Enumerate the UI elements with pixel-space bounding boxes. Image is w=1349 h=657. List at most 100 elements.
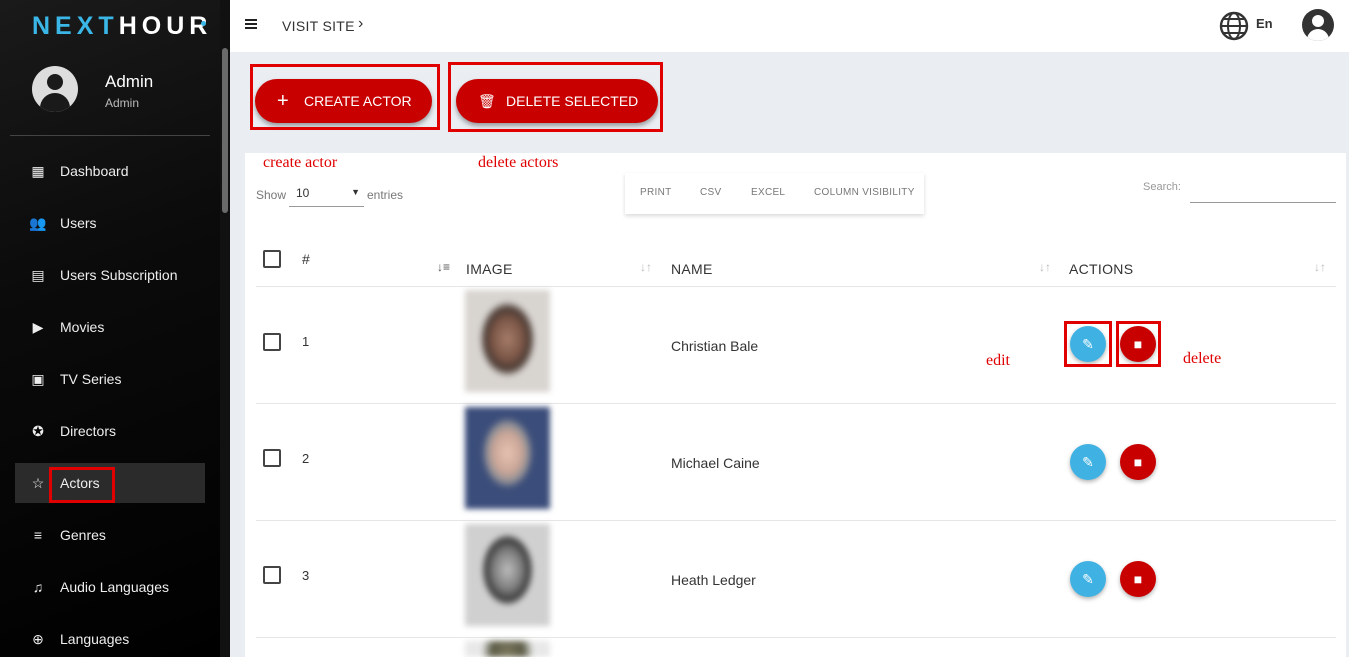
show-label: Show <box>256 188 287 202</box>
row-number: 2 <box>302 451 310 466</box>
logo[interactable]: NEXTHOUR <box>32 12 212 41</box>
search-label: Search: <box>1143 181 1181 193</box>
sidebar-item-label: Directors <box>60 423 117 439</box>
select-all-checkbox[interactable] <box>263 250 281 268</box>
sort-icon[interactable]: ↓↑ <box>1314 260 1326 274</box>
search-input[interactable] <box>1190 202 1336 203</box>
sidebar-item-users-subscription[interactable]: ▤ Users Subscription <box>15 255 205 295</box>
trash-icon: ■ <box>1133 454 1143 470</box>
entries-select[interactable]: 10 ▼ <box>289 181 364 207</box>
filter-icon: ≡ <box>33 527 43 543</box>
edit-button[interactable]: ✎ <box>1070 561 1106 597</box>
edit-button[interactable]: ✎ <box>1070 444 1106 480</box>
pencil-icon: ✎ <box>1082 570 1094 587</box>
actor-name: Michael Caine <box>671 455 760 471</box>
profile-name: Admin <box>105 72 154 91</box>
sidebar-item-tv-series[interactable]: ▣ TV Series <box>15 359 205 399</box>
print-button[interactable]: PRINT <box>640 187 672 198</box>
document-icon: ▤ <box>31 266 45 283</box>
sidebar-item-languages[interactable]: ⊕ Languages <box>15 619 205 657</box>
actor-name: Christian Bale <box>671 338 759 354</box>
actor-photo <box>465 524 550 626</box>
annotation-box-edit <box>1064 321 1112 367</box>
user-account-icon[interactable] <box>1302 9 1334 41</box>
excel-button[interactable]: EXCEL <box>751 187 785 198</box>
actors-table-card: create actor delete actors Show 10 ▼ ent… <box>245 153 1346 657</box>
sort-asc-icon[interactable]: ↓≡ <box>437 260 450 274</box>
topbar: VISIT SITE › En <box>230 0 1349 52</box>
annotation-box-delete <box>1116 321 1161 367</box>
star-icon: ☆ <box>31 474 45 491</box>
sort-icon[interactable]: ↓↑ <box>1039 260 1051 274</box>
sidebar-item-dashboard[interactable]: ▦ Dashboard <box>15 151 205 191</box>
sidebar-item-movies[interactable]: ▶ Movies <box>15 307 205 347</box>
star-circle-icon: ✪ <box>32 422 44 439</box>
sidebar-divider <box>10 135 210 136</box>
users-icon: 👥 <box>29 214 47 231</box>
sidebar-item-genres[interactable]: ≡ Genres <box>15 515 205 555</box>
logo-hour: HOUR <box>118 12 213 40</box>
delete-button[interactable]: ■ <box>1120 561 1156 597</box>
actor-photo <box>465 407 550 509</box>
logo-next: NEXT <box>32 12 119 40</box>
profile-role: Admin <box>105 96 140 110</box>
tv-icon: ▣ <box>31 370 45 387</box>
actor-name: Heath Ledger <box>671 572 756 588</box>
annotation-box-actors <box>49 467 115 503</box>
sidebar-item-label: Audio Languages <box>60 579 169 595</box>
globe-icon: ⊕ <box>32 630 44 647</box>
csv-button[interactable]: CSV <box>700 187 721 198</box>
sidebar: NEXTHOUR Admin Admin ▦ Dashboard 👥 Users… <box>0 0 230 657</box>
actor-photo <box>465 641 550 657</box>
sidebar-item-label: Movies <box>60 319 105 335</box>
actor-photo <box>465 290 550 392</box>
logo-dot <box>201 21 206 26</box>
globe-icon[interactable] <box>1218 10 1250 42</box>
sidebar-item-directors[interactable]: ✪ Directors <box>15 411 205 451</box>
sidebar-item-label: Languages <box>60 631 130 647</box>
trash-icon: ■ <box>1133 571 1143 587</box>
sidebar-scrollbar[interactable] <box>222 48 228 213</box>
sidebar-item-users[interactable]: 👥 Users <box>15 203 205 243</box>
language-selector[interactable]: En <box>1256 16 1273 31</box>
sidebar-item-label: Users Subscription <box>60 267 178 283</box>
row-number: 1 <box>302 334 310 349</box>
avatar <box>32 66 78 112</box>
entries-label: entries <box>367 188 404 202</box>
music-list-icon: ♫ <box>32 579 44 595</box>
sidebar-item-label: Genres <box>60 527 106 543</box>
row-checkbox[interactable] <box>263 333 281 351</box>
entries-value: 10 <box>296 186 310 200</box>
column-header-name[interactable]: NAME <box>671 261 713 277</box>
movie-icon: ▶ <box>32 318 44 335</box>
annotation-box-delete-selected <box>448 62 663 132</box>
column-visibility-button[interactable]: COLUMN VISIBILITY <box>814 187 915 198</box>
dashboard-icon: ▦ <box>31 162 45 179</box>
annotation-box-create <box>250 64 440 130</box>
visit-site-link[interactable]: VISIT SITE <box>282 18 355 34</box>
annotation-delete: delete <box>1183 350 1222 367</box>
export-buttons: PRINT CSV EXCEL COLUMN VISIBILITY <box>625 173 924 214</box>
column-header-image[interactable]: IMAGE <box>466 261 513 277</box>
sidebar-item-label: TV Series <box>60 371 122 387</box>
divider <box>256 520 1336 521</box>
sidebar-item-audio-languages[interactable]: ♫ Audio Languages <box>15 567 205 607</box>
sidebar-item-label: Dashboard <box>60 163 129 179</box>
annotation-create-actor: create actor <box>263 154 338 171</box>
row-checkbox[interactable] <box>263 449 281 467</box>
annotation-delete-actors: delete actors <box>478 154 559 171</box>
chevron-right-icon: › <box>358 15 364 32</box>
column-header-actions[interactable]: ACTIONS <box>1069 261 1133 277</box>
pencil-icon: ✎ <box>1082 453 1094 470</box>
sidebar-item-label: Users <box>60 215 97 231</box>
delete-button[interactable]: ■ <box>1120 444 1156 480</box>
row-number: 3 <box>302 568 310 583</box>
column-header-number[interactable]: # <box>302 251 310 267</box>
menu-icon[interactable] <box>245 19 257 29</box>
row-checkbox[interactable] <box>263 566 281 584</box>
sort-icon[interactable]: ↓↑ <box>640 260 652 274</box>
caret-down-icon: ▼ <box>351 187 360 197</box>
divider <box>256 637 1336 638</box>
divider <box>256 403 1336 404</box>
divider <box>256 286 1336 287</box>
